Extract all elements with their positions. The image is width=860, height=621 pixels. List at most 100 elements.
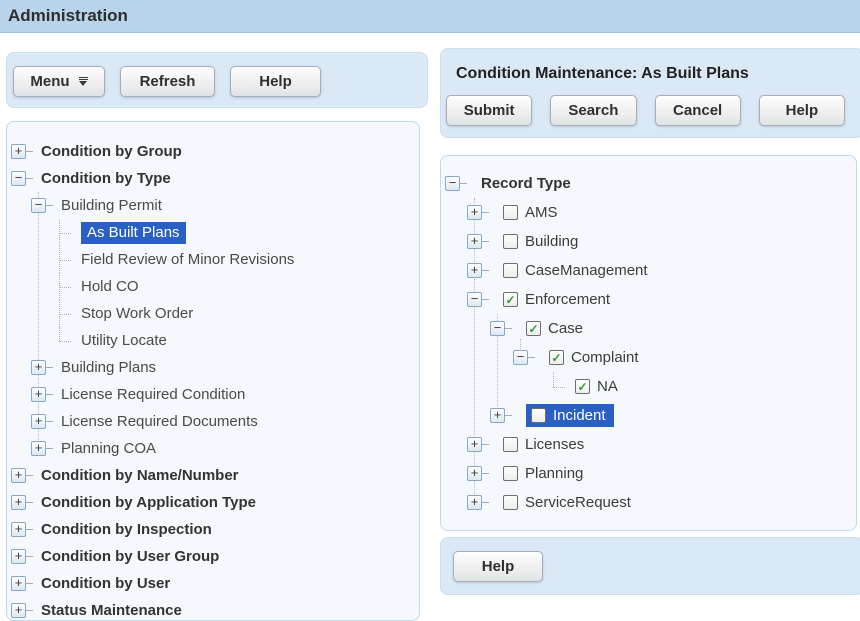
tree-connector-elbow <box>59 300 75 327</box>
tree-item-case: − ✓ Case <box>441 314 856 343</box>
tree-item-label[interactable]: Condition by User <box>41 575 170 592</box>
expander-plus-icon[interactable]: + <box>11 522 26 537</box>
tree-item-condition-by-inspection: + Condition by Inspection <box>7 516 419 543</box>
expander-plus-icon[interactable]: + <box>11 549 26 564</box>
tree-item-condition-by-type: − Condition by Type <box>7 165 419 192</box>
expander-plus-icon[interactable]: + <box>467 205 482 220</box>
checkbox-checked-icon[interactable]: ✓ <box>503 292 518 307</box>
tree-item-label[interactable]: Planning <box>525 465 583 482</box>
expander-plus-icon[interactable]: + <box>11 468 26 483</box>
selected-highlight[interactable]: Incident <box>526 404 614 427</box>
tree-item-label[interactable]: Condition by User Group <box>41 548 219 565</box>
tree-item-label[interactable]: CaseManagement <box>525 262 648 279</box>
tree-item-building-plans: + Building Plans <box>7 354 419 381</box>
tree-connector-dash <box>26 610 33 611</box>
tree-item-label[interactable]: NA <box>597 378 618 395</box>
tree-item-label[interactable]: Licenses <box>525 436 584 453</box>
tree-item-label[interactable]: Condition by Name/Number <box>41 467 239 484</box>
tree-item-condition-by-user-group: + Condition by User Group <box>7 543 419 570</box>
expander-plus-icon[interactable]: + <box>11 603 26 618</box>
expander-minus-icon[interactable]: − <box>11 171 26 186</box>
checkbox-checked-icon[interactable]: ✓ <box>549 350 564 365</box>
bottom-help-panel: Help <box>440 537 860 595</box>
checkbox-unchecked-icon[interactable] <box>503 437 518 452</box>
tree-connector-dash <box>482 473 489 474</box>
tree-item-label[interactable]: License Required Condition <box>61 386 245 403</box>
checkbox-unchecked-icon[interactable] <box>531 408 546 423</box>
tree-connector-dash <box>482 502 489 503</box>
tree-item-condition-by-group: + Condition by Group <box>7 138 419 165</box>
tree-connector-dash <box>46 205 53 206</box>
expander-minus-icon[interactable]: − <box>490 321 505 336</box>
submit-button[interactable]: Submit <box>446 95 532 126</box>
tree-connector-elbow <box>59 219 75 246</box>
tree-connector-dash <box>26 151 33 152</box>
tree-item-label[interactable]: Complaint <box>571 349 639 366</box>
checkbox-unchecked-icon[interactable] <box>503 205 518 220</box>
expander-plus-icon[interactable]: + <box>467 495 482 510</box>
tree-item-label[interactable]: Condition by Type <box>41 170 171 187</box>
expander-plus-icon[interactable]: + <box>31 441 46 456</box>
tree-connector-elbow <box>59 327 75 354</box>
tree-item-ams: + AMS <box>441 198 856 227</box>
expander-plus-icon[interactable]: + <box>31 360 46 375</box>
checkbox-checked-icon[interactable]: ✓ <box>575 379 590 394</box>
expander-plus-icon[interactable]: + <box>11 495 26 510</box>
tree-item-label[interactable]: Hold CO <box>81 278 139 295</box>
tree-item-label[interactable]: Building Permit <box>61 197 162 214</box>
tree-item-label[interactable]: Condition by Application Type <box>41 494 256 511</box>
condition-tree-panel: + Condition by Group − Condition by Type… <box>6 121 420 621</box>
menu-button[interactable]: Menu <box>13 66 105 97</box>
expander-plus-icon[interactable]: + <box>490 408 505 423</box>
left-help-button[interactable]: Help <box>230 66 321 97</box>
tree-item-label[interactable]: License Required Documents <box>61 413 258 430</box>
tree-item-label[interactable]: Building <box>525 233 578 250</box>
expander-minus-icon[interactable]: − <box>31 198 46 213</box>
title-bar: Administration <box>0 0 860 33</box>
tree-item-planning: + Planning <box>441 459 856 488</box>
expander-plus-icon[interactable]: + <box>467 234 482 249</box>
tree-item-label[interactable]: Stop Work Order <box>81 305 193 322</box>
tree-item-enforcement: − ✓ Enforcement <box>441 285 856 314</box>
tree-item-label-selected[interactable]: Incident <box>553 407 606 424</box>
tree-item-licenses: + Licenses <box>441 430 856 459</box>
expander-plus-icon[interactable]: + <box>31 414 46 429</box>
expander-plus-icon[interactable]: + <box>11 144 26 159</box>
expander-plus-icon[interactable]: + <box>11 576 26 591</box>
expander-plus-icon[interactable]: + <box>467 437 482 452</box>
checkbox-unchecked-icon[interactable] <box>503 495 518 510</box>
tree-connector-elbow <box>59 246 75 273</box>
tree-item-label[interactable]: Record Type <box>481 175 571 192</box>
tree-item-label[interactable]: Case <box>548 320 583 337</box>
tree-item-label[interactable]: Status Maintenance <box>41 602 182 619</box>
cancel-button[interactable]: Cancel <box>655 95 741 126</box>
expander-minus-icon[interactable]: − <box>467 292 482 307</box>
tree-item-label[interactable]: Field Review of Minor Revisions <box>81 251 294 268</box>
expander-plus-icon[interactable]: + <box>31 387 46 402</box>
checkbox-unchecked-icon[interactable] <box>503 466 518 481</box>
tree-item-label-selected[interactable]: As Built Plans <box>81 222 186 244</box>
right-help-button[interactable]: Help <box>759 95 845 126</box>
checkbox-unchecked-icon[interactable] <box>503 234 518 249</box>
tree-item-label[interactable]: Utility Locate <box>81 332 167 349</box>
tree-item-label[interactable]: AMS <box>525 204 558 221</box>
tree-item-label[interactable]: ServiceRequest <box>525 494 631 511</box>
tree-item-label[interactable]: Condition by Inspection <box>41 521 212 538</box>
tree-connector-dash <box>26 583 33 584</box>
checkbox-checked-icon[interactable]: ✓ <box>526 321 541 336</box>
expander-plus-icon[interactable]: + <box>467 466 482 481</box>
checkbox-unchecked-icon[interactable] <box>503 263 518 278</box>
tree-connector-dash <box>482 212 489 213</box>
tree-item-label[interactable]: Enforcement <box>525 291 610 308</box>
tree-item-label[interactable]: Building Plans <box>61 359 156 376</box>
refresh-button[interactable]: Refresh <box>120 66 215 97</box>
tree-item-label[interactable]: Condition by Group <box>41 143 182 160</box>
tree-item-label[interactable]: Planning COA <box>61 440 156 457</box>
search-button[interactable]: Search <box>550 95 636 126</box>
expander-minus-icon[interactable]: − <box>445 176 460 191</box>
expander-plus-icon[interactable]: + <box>467 263 482 278</box>
bottom-help-button[interactable]: Help <box>453 551 543 582</box>
tree-item-planning-coa: + Planning COA <box>7 435 419 462</box>
tree-connector-dash <box>482 241 489 242</box>
expander-minus-icon[interactable]: − <box>513 350 528 365</box>
